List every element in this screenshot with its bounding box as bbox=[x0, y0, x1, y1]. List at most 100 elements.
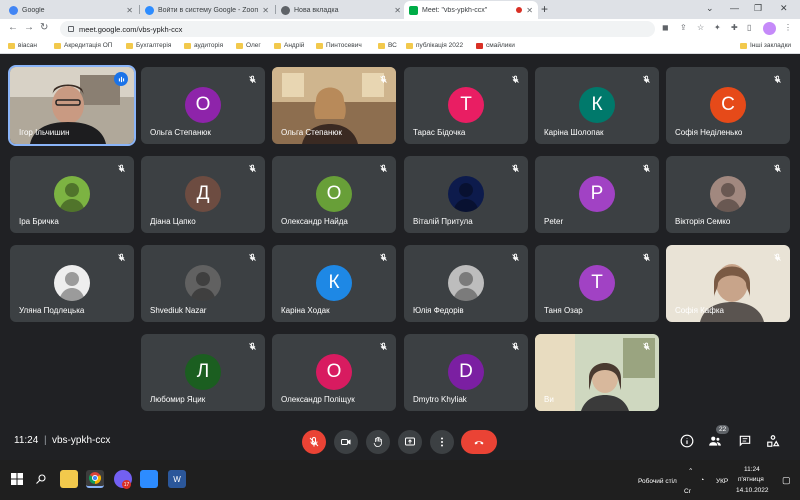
hangup-icon bbox=[474, 441, 484, 445]
new-tab-button[interactable]: + bbox=[541, 2, 548, 16]
more-options-button[interactable] bbox=[430, 430, 454, 454]
bookmark-item[interactable]: віасан bbox=[8, 42, 37, 49]
participant-tile[interactable]: Софія Кафка bbox=[666, 245, 790, 322]
mic-off-icon bbox=[376, 72, 390, 86]
mic-off-icon bbox=[639, 72, 653, 86]
chat-icon[interactable] bbox=[738, 434, 752, 448]
bookmark-item[interactable]: ВС bbox=[378, 42, 397, 49]
participant-tile[interactable]: К Каріна Шолопак bbox=[535, 67, 659, 144]
participant-tile[interactable]: Л Любомир Яцик bbox=[141, 334, 265, 411]
raise-hand-button[interactable] bbox=[366, 430, 390, 454]
tab-meet[interactable]: Meet: "vbs-ypkh-ccx" ✕ bbox=[404, 1, 538, 19]
participant-name: Dmytro Khyliak bbox=[413, 395, 467, 404]
address-bar[interactable]: meet.google.com/vbs-ypkh-ccx bbox=[60, 21, 655, 37]
bookmark-item[interactable]: публікація 2022 bbox=[406, 42, 463, 49]
mic-off-icon bbox=[376, 250, 390, 264]
mic-off-icon bbox=[508, 161, 522, 175]
camera-toggle-button[interactable] bbox=[334, 430, 358, 454]
bookmark-item[interactable]: Бухгалтерія bbox=[126, 42, 171, 49]
mic-off-icon bbox=[508, 72, 522, 86]
activities-icon[interactable] bbox=[766, 434, 780, 448]
participant-tile[interactable]: Т Таня Озар bbox=[535, 245, 659, 322]
sidebar-icon[interactable]: ▯ bbox=[747, 23, 751, 32]
share-icon[interactable]: ⇪ bbox=[680, 23, 687, 32]
participant-photo-avatar bbox=[448, 265, 484, 301]
participant-tile[interactable]: О Олександр Найда bbox=[272, 156, 396, 233]
taskbar-time: 11:24 bbox=[744, 466, 760, 473]
file-explorer-icon[interactable] bbox=[60, 470, 78, 488]
bookmark-item[interactable]: Олег bbox=[236, 42, 261, 49]
forward-button[interactable]: → bbox=[24, 22, 34, 33]
windows-start-icon[interactable] bbox=[8, 470, 26, 488]
zoom-icon[interactable] bbox=[140, 470, 158, 488]
participant-tile[interactable]: P Peter bbox=[535, 156, 659, 233]
mic-off-icon bbox=[114, 250, 128, 264]
hand-icon bbox=[373, 436, 382, 447]
participant-tile[interactable]: О Олександр Поліщук bbox=[272, 334, 396, 411]
url-text: meet.google.com/vbs-ypkh-ccx bbox=[79, 24, 183, 34]
participant-avatar: К bbox=[316, 265, 352, 301]
participant-tile[interactable]: Ольга Степанюк bbox=[272, 67, 396, 144]
participant-tile[interactable]: О Ольга Степанюк bbox=[141, 67, 265, 144]
participant-tile[interactable]: Shvediuk Nazar bbox=[141, 245, 265, 322]
chrome-icon[interactable] bbox=[86, 470, 104, 488]
minimize-button[interactable]: — bbox=[730, 3, 739, 13]
folder-icon bbox=[126, 42, 133, 49]
search-icon[interactable] bbox=[32, 470, 50, 488]
participant-name: Діана Цапко bbox=[150, 217, 196, 226]
camera-icon[interactable]: ◼ bbox=[662, 23, 669, 32]
puzzle-icon[interactable]: ✚ bbox=[731, 23, 738, 32]
mic-off-icon bbox=[639, 339, 653, 353]
close-icon[interactable]: ✕ bbox=[526, 6, 533, 15]
bookmark-item[interactable]: Пинтосевич bbox=[316, 42, 362, 49]
participant-name: Віталій Притула bbox=[413, 217, 473, 226]
tab-zoom-login[interactable]: Войти в систему Google - Zoom ✕ bbox=[140, 1, 274, 19]
participant-tile[interactable]: Д Діана Цапко bbox=[141, 156, 265, 233]
restore-button[interactable]: ❐ bbox=[754, 3, 762, 14]
close-icon[interactable]: ✕ bbox=[262, 6, 269, 15]
language-indicator[interactable]: УКР bbox=[716, 478, 728, 485]
close-window-button[interactable]: ✕ bbox=[780, 3, 788, 14]
wifi-icon[interactable]: ◔ bbox=[700, 477, 704, 484]
mic-toggle-button[interactable] bbox=[302, 430, 326, 454]
bookmark-item[interactable]: Акредитація ОП bbox=[54, 42, 112, 49]
participant-tile[interactable]: Ви bbox=[535, 334, 659, 411]
participant-tile[interactable]: Ігор Ільчишин bbox=[8, 65, 136, 146]
present-screen-button[interactable] bbox=[398, 430, 422, 454]
people-icon[interactable] bbox=[708, 434, 722, 448]
chevron-down-icon[interactable]: ⌄ bbox=[706, 3, 714, 14]
star-icon[interactable]: ☆ bbox=[697, 23, 704, 32]
participant-tile[interactable]: Уляна Подлецька bbox=[10, 245, 134, 322]
participant-tile[interactable]: Іра Бричка bbox=[10, 156, 134, 233]
close-icon[interactable]: ✕ bbox=[394, 6, 401, 15]
participant-tile[interactable]: Юлія Федорів bbox=[404, 245, 528, 322]
more-icon[interactable]: ⋮ bbox=[784, 23, 792, 32]
tab-new[interactable]: Нова вкладка ✕ bbox=[276, 1, 406, 19]
mic-off-icon bbox=[376, 161, 390, 175]
desktop-label[interactable]: Робочий стіл bbox=[638, 478, 677, 485]
profile-avatar[interactable] bbox=[763, 22, 776, 35]
extension-icon[interactable]: ✦ bbox=[714, 23, 721, 32]
back-button[interactable]: ← bbox=[8, 22, 18, 33]
participant-tile[interactable]: Вікторія Семко bbox=[666, 156, 790, 233]
notification-icon[interactable]: ▢ bbox=[782, 475, 791, 486]
chevron-up-icon[interactable]: ⌃ bbox=[688, 467, 693, 475]
participant-tile[interactable]: D Dmytro Khyliak bbox=[404, 334, 528, 411]
leave-call-button[interactable] bbox=[461, 430, 497, 454]
bookmark-item[interactable]: Андрій bbox=[274, 42, 304, 49]
participant-tile[interactable]: К Каріна Ходак bbox=[272, 245, 396, 322]
bookmark-item[interactable]: смайлики bbox=[476, 42, 515, 49]
reload-button[interactable]: ↻ bbox=[40, 22, 48, 33]
tab-google[interactable]: Google ✕ bbox=[4, 1, 138, 19]
close-icon[interactable]: ✕ bbox=[126, 6, 133, 15]
participant-tile[interactable]: Т Тарас Бідочка bbox=[404, 67, 528, 144]
participant-name: Юлія Федорів bbox=[413, 306, 464, 315]
bookmark-other[interactable]: Інші закладки bbox=[740, 42, 791, 49]
meet-stage: Ігор Ільчишин О Ольга Степанюк Ольга Степан… bbox=[0, 55, 800, 460]
bookmark-item[interactable]: аудиторія bbox=[184, 42, 223, 49]
info-icon[interactable] bbox=[680, 434, 694, 448]
participant-tile[interactable]: Віталій Притула bbox=[404, 156, 528, 233]
word-icon[interactable]: W bbox=[168, 470, 186, 488]
participant-name: Вікторія Семко bbox=[675, 217, 731, 226]
participant-tile[interactable]: С Софія Неділенько bbox=[666, 67, 790, 144]
